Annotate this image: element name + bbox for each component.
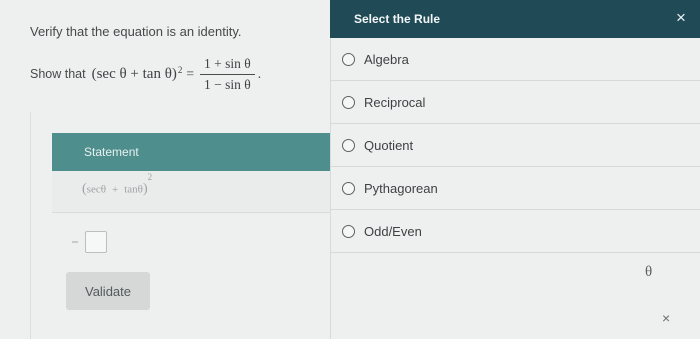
identity-equation: (sec θ + tan θ) 2 = 1 + sin θ 1 − sin θ . bbox=[92, 56, 262, 93]
rule-option-label: Reciprocal bbox=[364, 94, 426, 110]
validate-button[interactable]: Validate bbox=[66, 272, 150, 310]
statement-column-header: Statement bbox=[52, 133, 330, 171]
radio-icon[interactable] bbox=[342, 181, 355, 195]
equals-sign: = bbox=[186, 66, 195, 81]
identity-lhs-exponent: 2 bbox=[177, 65, 183, 75]
statement-expression: (secθ + tanθ)2 bbox=[82, 172, 152, 198]
close-icon[interactable]: × bbox=[676, 9, 686, 26]
rule-option-quotient[interactable]: Quotient bbox=[330, 124, 700, 167]
radio-icon[interactable] bbox=[342, 224, 355, 238]
radio-icon[interactable] bbox=[342, 95, 355, 109]
rule-option-algebra[interactable]: Algebra bbox=[330, 38, 700, 81]
statement-term-sec: secθ bbox=[86, 183, 106, 196]
show-that-label: Show that bbox=[30, 67, 86, 81]
radio-icon[interactable] bbox=[342, 138, 355, 152]
fraction-numerator: 1 + sin θ bbox=[200, 56, 255, 75]
clear-icon[interactable]: × bbox=[662, 310, 670, 326]
step-dash-marker bbox=[72, 241, 78, 243]
instruction-text: Verify that the equation is an identity. bbox=[30, 24, 242, 39]
rule-option-label: Quotient bbox=[364, 137, 414, 153]
fraction-denominator: 1 − sin θ bbox=[204, 76, 251, 92]
identity-lhs: (sec θ + tan θ) bbox=[91, 65, 177, 82]
rule-option-odd-even[interactable]: Odd/Even bbox=[330, 210, 700, 253]
rule-option-label: Algebra bbox=[364, 51, 409, 67]
identity-rhs-fraction: 1 + sin θ 1 − sin θ bbox=[200, 56, 255, 93]
rule-panel-title: Select the Rule bbox=[354, 12, 441, 26]
statement-plus: + bbox=[112, 183, 119, 196]
statement-exponent: 2 bbox=[147, 172, 153, 182]
equation-period: . bbox=[257, 66, 262, 81]
statement-close-paren: ) bbox=[142, 181, 148, 197]
rule-option-reciprocal[interactable]: Reciprocal bbox=[330, 81, 700, 124]
rule-option-label: Odd/Even bbox=[364, 223, 422, 239]
theta-insert-button[interactable]: θ bbox=[645, 264, 652, 281]
radio-icon[interactable] bbox=[342, 52, 355, 66]
statement-term-tan: tanθ bbox=[124, 183, 143, 196]
step-checkbox[interactable] bbox=[85, 231, 107, 253]
identity-statement: Show that (sec θ + tan θ) 2 = 1 + sin θ 1… bbox=[30, 54, 261, 94]
rule-option-pythagorean[interactable]: Pythagorean bbox=[330, 167, 700, 210]
rule-option-label: Pythagorean bbox=[364, 180, 438, 196]
